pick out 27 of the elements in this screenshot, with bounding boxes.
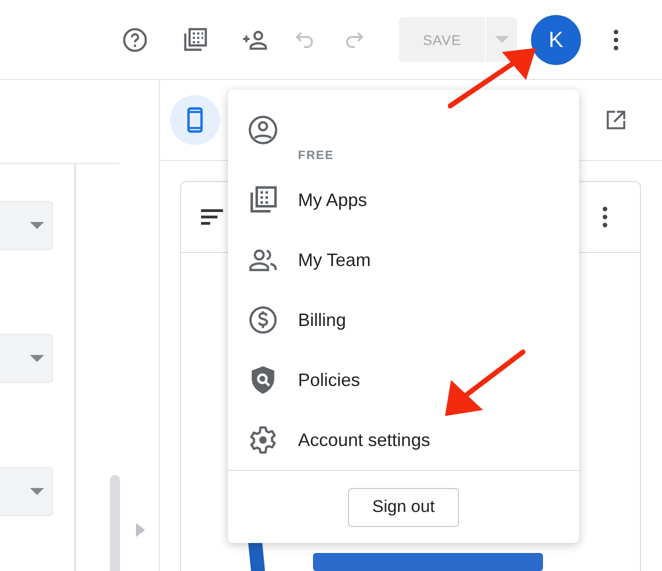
settings-icon <box>248 425 278 455</box>
menu-item[interactable]: Policies <box>228 350 579 410</box>
sign-out-button[interactable]: Sign out <box>348 488 459 526</box>
caret-icon <box>30 354 44 362</box>
menu-item[interactable]: My Apps <box>228 170 579 230</box>
phone-preview-button[interactable] <box>170 95 220 145</box>
help-icon[interactable] <box>122 26 148 52</box>
caret-icon <box>30 222 44 230</box>
gallery-icon[interactable] <box>182 26 208 52</box>
menu-item[interactable]: My Team <box>228 230 579 290</box>
menu-item[interactable]: Billing <box>228 290 579 350</box>
plan-label: FREE <box>298 148 334 162</box>
dropdown-field[interactable] <box>0 201 53 250</box>
open-external-icon[interactable] <box>605 109 627 131</box>
sort-icon[interactable] <box>201 208 223 226</box>
dropdown-field[interactable] <box>0 467 53 516</box>
menu-item[interactable]: Account settings <box>228 410 579 470</box>
account-icon <box>248 115 278 145</box>
phone-icon <box>187 107 203 133</box>
gallery-icon <box>248 185 278 215</box>
more-icon[interactable] <box>613 28 619 50</box>
more-icon[interactable] <box>602 206 608 228</box>
caret-icon <box>30 488 44 496</box>
dollar-coin-icon <box>248 305 278 335</box>
dropdown-field[interactable] <box>0 334 53 383</box>
avatar[interactable]: K <box>531 14 581 64</box>
scrollbar[interactable] <box>110 475 120 571</box>
